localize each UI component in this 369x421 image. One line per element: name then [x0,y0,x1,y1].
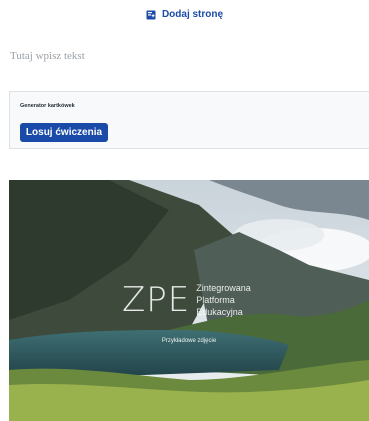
draw-exercises-button[interactable]: Losuj ćwiczenia [20,123,108,142]
text-input-placeholder[interactable]: Tutaj wpisz tekst [10,50,85,62]
add-page-label: Dodaj stronę [161,9,224,20]
add-page-button[interactable]: Dodaj stronę [0,9,369,20]
logo-mark: ZPE [122,280,191,320]
zpe-logo: ZPE Zintegrowana Platforma Edukacyjna [122,280,251,320]
logo-line: Edukacyjna [196,307,243,317]
logo-line: Platforma [196,295,235,305]
logo-text: Zintegrowana Platforma Edukacyjna [196,282,251,318]
generator-title: Generator kartkówek [20,103,75,109]
logo-line: Zintegrowana [196,283,251,293]
add-page-icon [146,10,156,19]
sample-photo: ZPE Zintegrowana Platforma Edukacyjna Pr… [9,180,369,421]
photo-caption: Przykładowe zdjęcie [161,338,217,344]
quiz-generator-panel: Generator kartkówek Losuj ćwiczenia [9,91,369,149]
